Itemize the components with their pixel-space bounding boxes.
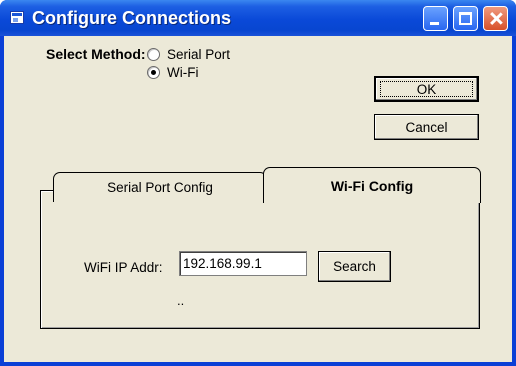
window-title: Configure Connections: [32, 8, 231, 28]
radio-serial-port[interactable]: Serial Port: [147, 47, 230, 62]
search-button-label: Search: [333, 259, 376, 274]
select-method-label: Select Method:: [46, 46, 146, 62]
wifi-ip-label: WiFi IP Addr:: [84, 260, 163, 275]
radio-serial-port-label: Serial Port: [167, 47, 231, 62]
cancel-button[interactable]: Cancel: [374, 114, 479, 140]
status-text: ..: [177, 293, 185, 308]
tab-wifi-config[interactable]: Wi-Fi Config: [263, 167, 481, 203]
cancel-button-label: Cancel: [405, 119, 448, 135]
radio-wifi[interactable]: Wi-Fi: [147, 65, 198, 80]
app-window-icon: [10, 11, 24, 24]
ok-button[interactable]: OK: [374, 76, 479, 102]
tab-serial-port-config[interactable]: Serial Port Config: [53, 172, 267, 202]
search-button[interactable]: Search: [318, 251, 391, 282]
minimize-button[interactable]: [423, 6, 448, 31]
focus-rectangle: [380, 81, 473, 97]
maximize-button[interactable]: [453, 6, 478, 31]
radio-wifi-indicator[interactable]: [147, 66, 160, 79]
title-bar[interactable]: Configure Connections: [0, 0, 516, 36]
radio-wifi-label: Wi-Fi: [167, 65, 199, 80]
wifi-ip-input[interactable]: [179, 251, 307, 276]
close-button[interactable]: [483, 6, 508, 31]
radio-serial-port-indicator[interactable]: [147, 48, 160, 61]
